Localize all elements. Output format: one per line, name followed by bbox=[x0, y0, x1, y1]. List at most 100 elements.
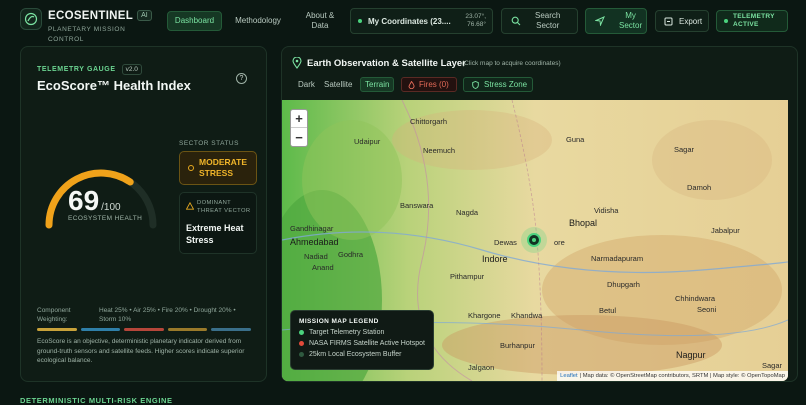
nav-about-line1: About & bbox=[305, 11, 335, 20]
telemetry-gauge-label: TELEMETRY GAUGE bbox=[37, 66, 116, 73]
city-label: Neemuch bbox=[423, 146, 456, 155]
nav-dashboard[interactable]: Dashboard bbox=[167, 11, 222, 31]
weighting-label-1: Component bbox=[37, 307, 71, 314]
weight-bar bbox=[37, 328, 77, 331]
flame-icon bbox=[408, 80, 415, 89]
tab-terrain[interactable]: Terrain bbox=[360, 77, 395, 92]
my-sector-button[interactable]: My Sector bbox=[585, 8, 647, 34]
legend-item-station: Target Telemetry Station bbox=[309, 329, 385, 336]
live-dot-icon bbox=[358, 19, 362, 23]
city-label: Nagpur bbox=[676, 350, 706, 360]
globe-leaf-icon bbox=[24, 12, 38, 26]
ecoscore-panel: TELEMETRY GAUGE v2.0 EcoScore™ Health In… bbox=[20, 46, 267, 382]
sector-status-badge: MODERATE STRESS bbox=[179, 151, 257, 185]
brand-name: ECOSENTINEL bbox=[48, 10, 134, 22]
shield-icon bbox=[472, 80, 479, 89]
nav-methodology[interactable]: Methodology bbox=[228, 11, 288, 31]
city-label: Chittorgarh bbox=[410, 117, 448, 126]
legend-item-hotspot: NASA FIRMS Satellite Active Hotspot bbox=[309, 340, 425, 347]
leaflet-link[interactable]: Leaflet bbox=[560, 373, 577, 379]
my-sector-line1: My bbox=[625, 11, 636, 20]
telemetry-line2: ACTIVE bbox=[733, 21, 759, 28]
map-legend: MISSION MAP LEGEND Target Telemetry Stat… bbox=[290, 310, 434, 370]
top-header: ECOSENTINEL AI PLANETARY MISSION CONTROL … bbox=[0, 0, 806, 44]
zoom-out-button[interactable]: − bbox=[291, 128, 307, 146]
version-badge: v2.0 bbox=[121, 64, 142, 75]
fires-label: Fires (0) bbox=[419, 80, 449, 89]
hotspot-legend-icon bbox=[299, 341, 304, 346]
weight-bar bbox=[124, 328, 164, 331]
warning-icon bbox=[186, 202, 194, 210]
zoom-control: + − bbox=[290, 109, 308, 147]
tab-satellite[interactable]: Satellite bbox=[320, 77, 356, 92]
city-label: Godhra bbox=[338, 250, 364, 259]
threat-label-line1: DOMINANT bbox=[197, 200, 232, 206]
map-hint: (Click map to acquire coordinates) bbox=[462, 60, 561, 67]
threat-vector-card: DOMINANT THREAT VECTOR Extreme Heat Stre… bbox=[179, 192, 257, 254]
nav-about-data[interactable]: About & Data bbox=[296, 11, 344, 31]
city-label: Damoh bbox=[687, 183, 712, 192]
city-label: Udaipur bbox=[354, 137, 381, 146]
stress-zone-toggle[interactable]: Stress Zone bbox=[463, 77, 533, 92]
description-line-1: EcoScore is an objective, deterministic … bbox=[37, 338, 242, 345]
brand: ECOSENTINEL AI PLANETARY MISSION CONTROL bbox=[48, 6, 152, 44]
zoom-in-button[interactable]: + bbox=[291, 110, 307, 128]
help-icon[interactable]: ? bbox=[236, 73, 247, 84]
city-label: Narmadapuram bbox=[591, 254, 644, 263]
status-line1: MODERATE bbox=[199, 157, 248, 167]
telemetry-dot-icon bbox=[724, 19, 728, 23]
city-label: Indore bbox=[482, 254, 508, 264]
export-label: Export bbox=[679, 16, 703, 26]
city-label: Vidisha bbox=[594, 206, 619, 215]
city-label: Dhupgarh bbox=[607, 280, 640, 289]
ai-badge: AI bbox=[137, 10, 152, 21]
search-sector-line2: Sector bbox=[536, 21, 560, 30]
map-title: Earth Observation & Satellite Layer bbox=[307, 58, 466, 69]
weight-bar bbox=[211, 328, 251, 331]
score-value: 69 bbox=[68, 185, 100, 216]
my-sector-line2: Sector bbox=[619, 21, 643, 30]
city-label: Sagar bbox=[762, 361, 783, 370]
city-label: Khandwa bbox=[511, 311, 543, 320]
buffer-legend-icon bbox=[299, 352, 304, 357]
description-line-2: ground-truth sensors and satellite feeds… bbox=[37, 347, 245, 355]
city-label: Guna bbox=[566, 135, 585, 144]
export-button[interactable]: Export bbox=[655, 10, 709, 32]
city-label: Sagar bbox=[674, 145, 695, 154]
status-line2: STRESS bbox=[199, 168, 234, 178]
terrain-map[interactable]: Chittorgarh Udaipur Neemuch Guna Sagar Damoh B… bbox=[282, 100, 788, 381]
threat-line2: Stress bbox=[186, 235, 214, 245]
description-line-3: ecological balance. bbox=[37, 357, 93, 364]
legend-title: MISSION MAP LEGEND bbox=[299, 318, 379, 325]
map-pin-icon bbox=[292, 57, 302, 69]
ecosentinel-logo[interactable] bbox=[20, 8, 42, 30]
station-legend-icon bbox=[299, 330, 304, 335]
city-label: Nagda bbox=[456, 208, 479, 217]
sector-status-label: SECTOR STATUS bbox=[179, 140, 239, 147]
coords-label: My Coordinates (23.... bbox=[368, 16, 451, 26]
city-label: Banswara bbox=[400, 201, 434, 210]
gauge-caption: ECOSYSTEM HEALTH bbox=[68, 215, 143, 222]
city-label: ore bbox=[554, 238, 565, 247]
weighting-label-2: Weighting: bbox=[37, 316, 68, 323]
my-coordinates-button[interactable]: My Coordinates (23.... 23.07°, 76.68° bbox=[350, 8, 493, 34]
map-attribution: Leaflet | Map data: © OpenStreetMap cont… bbox=[557, 371, 788, 381]
weight-bar bbox=[80, 328, 121, 331]
city-label: Anand bbox=[312, 263, 334, 272]
search-sector-line1: Search bbox=[535, 11, 561, 20]
telemetry-line1: TELEMETRY bbox=[733, 13, 775, 20]
threat-label-line2: THREAT VECTOR bbox=[197, 208, 251, 214]
telemetry-active-badge: TELEMETRY ACTIVE bbox=[716, 10, 788, 32]
coords-lat: 23.07°, bbox=[465, 13, 486, 20]
city-label: Betul bbox=[599, 306, 617, 315]
brand-subtitle-1: PLANETARY MISSION bbox=[48, 26, 126, 33]
city-label: Dewas bbox=[494, 238, 517, 247]
fires-toggle[interactable]: Fires (0) bbox=[401, 77, 457, 92]
search-sector-button[interactable]: Search Sector bbox=[501, 8, 578, 34]
tab-dark[interactable]: Dark bbox=[294, 77, 319, 92]
coords-lon: 76.68° bbox=[467, 21, 486, 28]
city-label: Chhindwara bbox=[675, 294, 716, 303]
city-label: Ahmedabad bbox=[290, 237, 339, 247]
city-label: Jabalpur bbox=[711, 226, 740, 235]
city-label: Pithampur bbox=[450, 272, 485, 281]
